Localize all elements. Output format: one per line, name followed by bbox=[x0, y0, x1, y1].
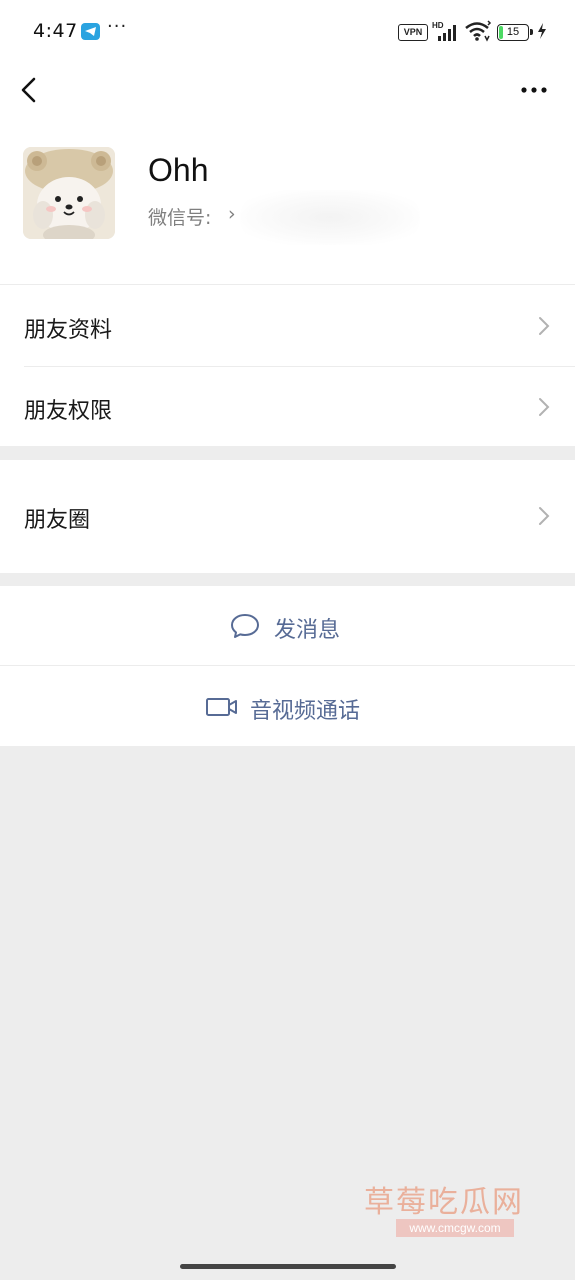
moments-label: 朋友圈 bbox=[24, 508, 91, 533]
redacted-id-blur bbox=[240, 190, 420, 245]
battery-level: 15 bbox=[506, 26, 520, 38]
video-call-button[interactable]: 音视频通话 bbox=[0, 666, 575, 746]
vpn-badge: VPN bbox=[398, 24, 428, 41]
battery-cap bbox=[530, 29, 533, 35]
nickname: Ohh bbox=[148, 152, 209, 188]
status-more-dots: ··· bbox=[107, 16, 128, 37]
watermark-url: www.cmcgw.com bbox=[396, 1219, 514, 1237]
send-message-button[interactable]: 发消息 bbox=[0, 586, 575, 666]
wifi-icon bbox=[464, 20, 492, 46]
telegram-icon bbox=[81, 23, 100, 40]
charging-icon bbox=[537, 23, 547, 43]
moments-row[interactable]: 朋友圈 bbox=[0, 476, 575, 556]
friend-permissions-row[interactable]: 朋友权限 bbox=[0, 367, 575, 447]
signal-icon: HD bbox=[432, 21, 458, 43]
chat-bubble-icon bbox=[230, 612, 260, 644]
video-call-label: 音视频通话 bbox=[250, 699, 361, 724]
battery-icon: 15 bbox=[497, 24, 529, 41]
chevron-right-icon bbox=[537, 315, 551, 337]
watermark-title: 草莓吃瓜网 bbox=[364, 1185, 524, 1220]
profile-divider bbox=[0, 284, 575, 285]
back-icon[interactable] bbox=[16, 75, 44, 105]
wechat-id-label: 微信号: bbox=[148, 207, 212, 229]
chevron-right-icon bbox=[537, 396, 551, 418]
chevron-right-icon bbox=[537, 505, 551, 527]
friend-profile-label: 朋友资料 bbox=[24, 318, 113, 343]
home-indicator[interactable] bbox=[180, 1264, 396, 1269]
status-time: 4:47 bbox=[33, 20, 78, 42]
friend-profile-row[interactable]: 朋友资料 bbox=[0, 286, 575, 366]
status-bar: 4:47 ··· VPN HD 15 bbox=[0, 0, 575, 62]
avatar[interactable] bbox=[23, 147, 115, 239]
video-camera-icon bbox=[205, 696, 239, 722]
wechat-id-value: › bbox=[228, 203, 236, 225]
more-icon[interactable] bbox=[518, 80, 552, 100]
friend-permissions-label: 朋友权限 bbox=[24, 399, 113, 424]
send-message-label: 发消息 bbox=[274, 618, 341, 643]
